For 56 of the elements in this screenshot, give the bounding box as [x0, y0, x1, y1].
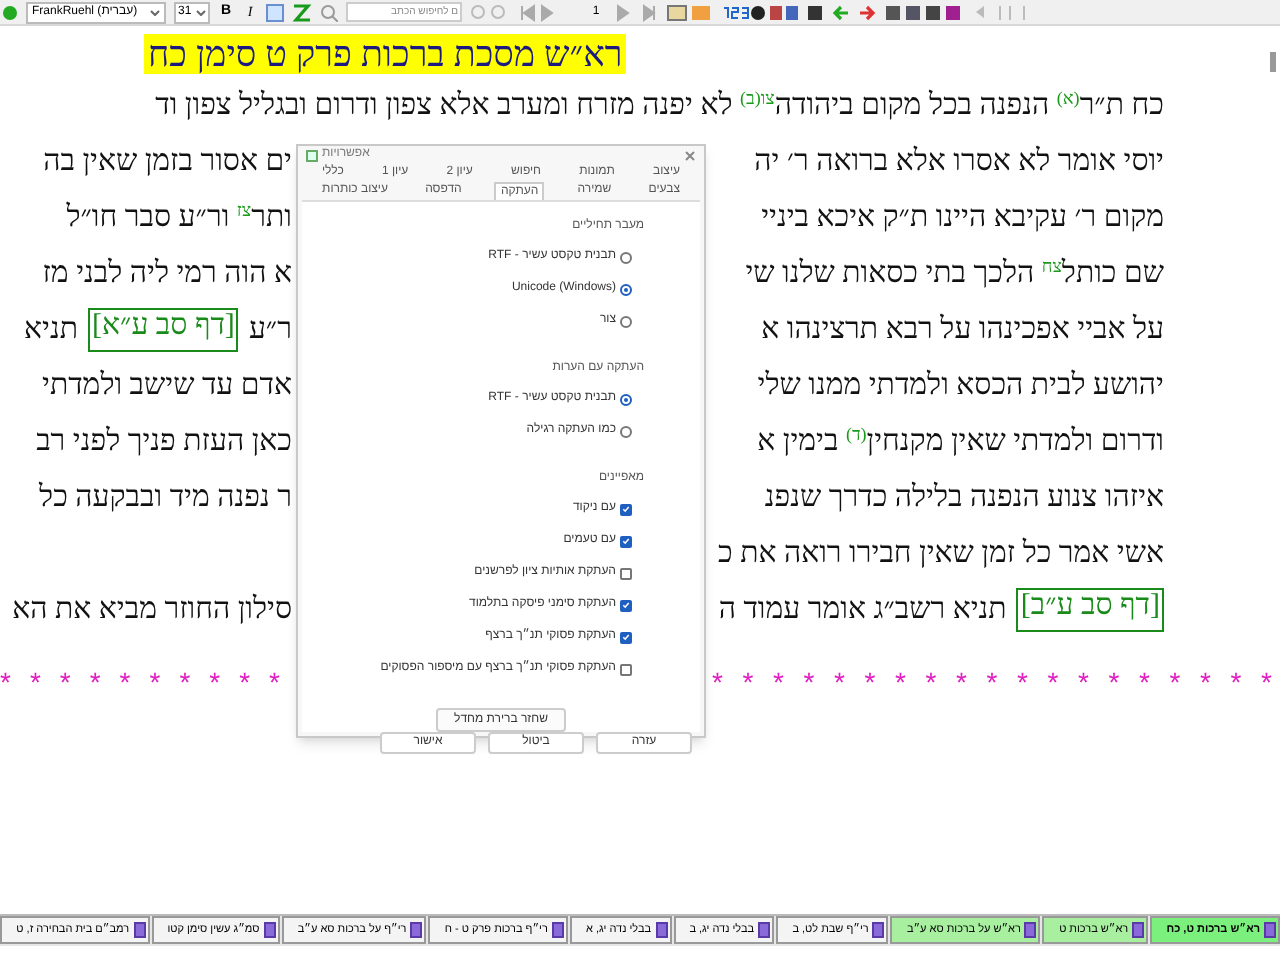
- text-line: תניא רשב״ג אומר עמוד ה: [718, 591, 1007, 630]
- document-icon: [551, 922, 564, 938]
- document-icon: [410, 922, 423, 938]
- document-icon: [263, 922, 276, 938]
- text-line: כח ת״ר$^{(א)}$ הנפנה בכל מקום ביהודה$^{צו(ב)}$ לא יפנה מזרח ומערב אלא צפון ודרום ובגליל צפון וד: [155, 86, 1164, 126]
- text-line: ר נפנה מיד ובבקעה כל: [39, 479, 292, 518]
- text-color-icon[interactable]: [292, 3, 312, 21]
- text-line: על אביי אפכינהו על רבא תרצינהו א: [761, 311, 1164, 350]
- checkbox[interactable]: [620, 663, 632, 675]
- radio-button[interactable]: [620, 283, 632, 295]
- text-line: ים אסור בזמן שאין בה: [43, 143, 292, 182]
- close-icon[interactable]: [684, 149, 696, 161]
- text-line: איזהו צנוע הנפנה בלילה כדרך שנפנ: [764, 479, 1164, 518]
- checkbox[interactable]: [620, 503, 632, 515]
- text-line: ר״ע: [248, 311, 292, 350]
- document-icon: [872, 922, 885, 938]
- scroll-thumb[interactable]: [1270, 52, 1276, 72]
- back-arrow-icon[interactable]: [832, 3, 850, 21]
- page-link[interactable]: [דף סב ע״א]: [88, 307, 239, 353]
- page-link[interactable]: [דף סב ע״ב]: [1016, 587, 1164, 633]
- forward-arrow-icon[interactable]: [858, 3, 876, 21]
- separator-stars: * * * * * * * * * * * * * * * * * * *: [712, 666, 1272, 698]
- text-line: תניא: [24, 311, 78, 350]
- text-line: יהושע לבית הכסא ולמדתי ממנו שלי: [757, 367, 1164, 406]
- document-icon: [1024, 922, 1037, 938]
- text-line: א הוה רמי ליה לבני מז: [42, 255, 292, 294]
- text-line: שם כותל$^{צח}$ הלכך בתי כסאות שלנו שי: [745, 254, 1164, 294]
- radio-button[interactable]: [620, 425, 632, 437]
- text-line: סילון החוזר מביא את הא: [12, 591, 292, 630]
- text-line: ותר$^{צז}$ ור״ע סבר חו״ל: [66, 198, 292, 238]
- document-icon: [1264, 922, 1276, 938]
- text-line: ודרום ולמדתי שאין מקנחין$^{(ד)}$ בימין א: [757, 422, 1164, 462]
- checkbox[interactable]: [620, 567, 632, 579]
- checkbox[interactable]: [620, 599, 632, 611]
- text-line: מקום ר׳ עקיבא היינו ת״ק איכא ביניי: [761, 199, 1164, 238]
- chevron-down-icon: [196, 9, 206, 15]
- document-icon: [655, 922, 668, 938]
- radio-button[interactable]: [620, 251, 632, 263]
- separator-stars: * * * * * * * * * *: [0, 666, 280, 698]
- search-icon[interactable]: [320, 3, 338, 21]
- document-icon: [1132, 922, 1145, 938]
- text-line: יוסי אומר לא אסרו אלא ברואה ר׳ יה: [754, 143, 1164, 182]
- chevron-down-icon: [150, 9, 160, 15]
- document-icon: [758, 922, 771, 938]
- radio-button[interactable]: [620, 315, 632, 327]
- checkbox[interactable]: [620, 631, 632, 643]
- radio-button[interactable]: [620, 393, 632, 405]
- app-icon: [306, 149, 318, 161]
- section-heading: רא״ש מסכת ברכות פרק ט סימן כח: [144, 34, 627, 74]
- toolbar-icons-drawing[interactable]: [884, 3, 964, 21]
- text-line: אשי אמר כל זמן שאין חבירו רואה את כ: [717, 535, 1164, 574]
- document-icon: [133, 922, 146, 938]
- checkbox[interactable]: [620, 535, 632, 547]
- toolbar-icons-drawing[interactable]: [722, 3, 798, 21]
- text-line: אדם עד שישב ולמדתי: [42, 367, 292, 406]
- text-line: כאן העזת פניך לפני רב: [36, 423, 292, 462]
